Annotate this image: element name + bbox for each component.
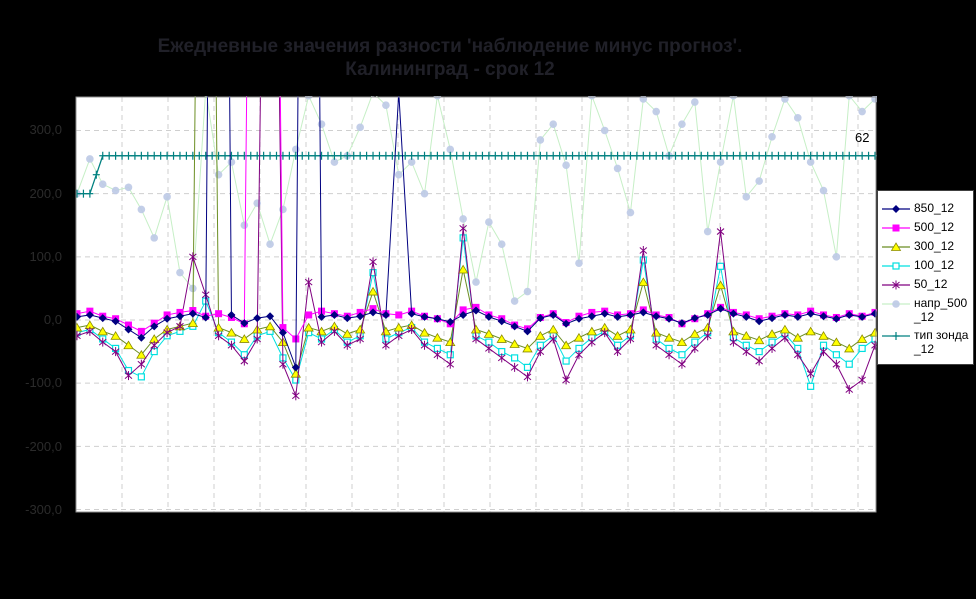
legend-item-100-12: 100_12 <box>881 258 970 273</box>
legend-item-napr-500-12: напр_500_12 <box>881 296 970 324</box>
legend-label: 100_12 <box>914 258 955 272</box>
legend-marker-open-square-icon <box>882 262 910 270</box>
chart-window: Ежедневные значения разности 'наблюдение… <box>0 0 976 599</box>
legend-marker-asterisk-icon <box>882 280 910 290</box>
y-axis-label: 0,0 <box>43 312 62 327</box>
legend-label: 50_12 <box>914 277 948 291</box>
legend-item-300-12: 300_12 <box>881 239 970 254</box>
legend-label: 300_12 <box>914 239 955 253</box>
legend-item-850-12: 850_12 <box>881 201 970 216</box>
y-axis-label: -300,0 <box>25 502 62 517</box>
legend-label: 500_12 <box>914 220 955 234</box>
y-axis-label: 200,0 <box>29 186 62 201</box>
y-axis-label: 100,0 <box>29 249 62 264</box>
legend-item-500-12: 500_12 <box>881 220 970 235</box>
legend-label: 850_12 <box>914 201 955 215</box>
legend: 850_12 500_12 300_12 100_12 50_12 напр_5… <box>877 190 974 365</box>
legend-marker-square-icon <box>882 224 910 232</box>
y-axis-label: 300,0 <box>29 122 62 137</box>
y-axis-label: -100,0 <box>25 375 62 390</box>
legend-marker-triangle-icon <box>882 242 910 251</box>
series-end-data-label: 62 <box>855 130 869 145</box>
legend-item-50-12: 50_12 <box>881 277 970 292</box>
legend-marker-plus-icon <box>882 332 910 340</box>
legend-label: тип зонда_12 <box>914 328 969 356</box>
legend-item-tip-zonda-12: тип зонда_12 <box>881 328 970 356</box>
y-axis-label: -200,0 <box>25 439 62 454</box>
legend-label: напр_500_12 <box>914 296 968 324</box>
legend-marker-diamond-icon <box>882 205 910 213</box>
chart-plot-area: 62 <box>75 96 877 513</box>
legend-marker-circle-icon <box>882 300 910 308</box>
